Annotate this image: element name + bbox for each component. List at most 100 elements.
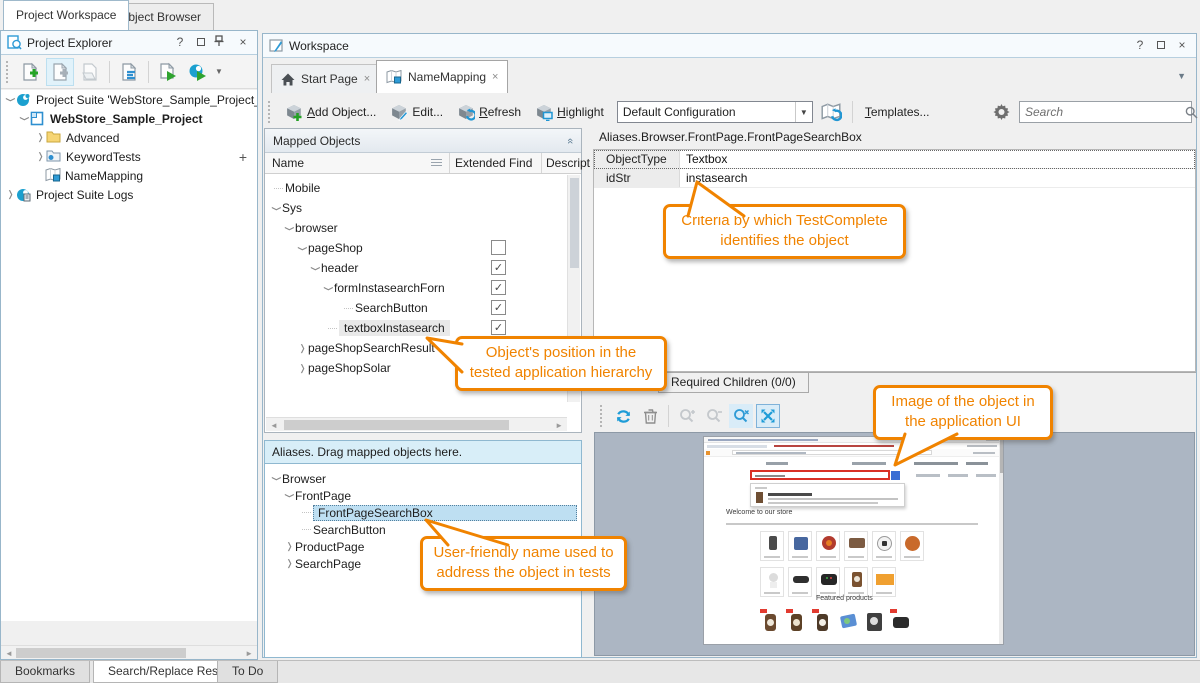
tab-required-children[interactable]: Required Children (0/0) xyxy=(658,373,809,393)
toolbar-grip[interactable] xyxy=(600,405,605,427)
templates-button[interactable]: Templates... xyxy=(860,103,935,121)
tree-item-label: Project Suite Logs xyxy=(36,188,133,202)
toolbar-grip[interactable] xyxy=(268,101,273,123)
tree-item-project[interactable]: ❭ WebStore_Sample_Project xyxy=(1,109,257,128)
edit-button[interactable]: Edit... xyxy=(385,102,448,123)
configuration-select[interactable]: Default Configuration ▼ xyxy=(617,101,813,123)
tree-item-project-suite[interactable]: ❭ Project Suite 'WebStore_Sample_Project… xyxy=(1,90,257,109)
close-tab-icon[interactable]: × xyxy=(492,71,498,83)
tree-item-keywordtests[interactable]: ❭ KeywordTests + xyxy=(1,147,257,166)
tree-item-header[interactable]: ❭header✓ xyxy=(266,258,567,278)
tree-item-sys[interactable]: ❭Sys xyxy=(266,198,567,218)
expander-icon[interactable]: ❭ xyxy=(323,283,334,294)
project-explorer-hscrollbar[interactable]: ◄► xyxy=(1,645,257,659)
zoom-in-button[interactable] xyxy=(675,404,699,428)
property-value[interactable]: Textbox xyxy=(680,150,1195,168)
update-mapping-icon-button[interactable] xyxy=(817,98,845,126)
maximize-icon[interactable] xyxy=(1153,38,1169,54)
refresh-image-button[interactable] xyxy=(611,404,635,428)
column-extended-find[interactable]: Extended Find xyxy=(455,156,532,170)
extended-find-checkbox[interactable]: ✓ xyxy=(491,300,506,315)
tree-item-label: pageShopSolar xyxy=(308,361,391,375)
tree-item-searchbutton[interactable]: SearchButton✓ xyxy=(266,298,567,318)
delete-image-button[interactable] xyxy=(638,404,662,428)
tree-item-frontpage[interactable]: ❭FrontPage xyxy=(266,487,580,504)
maximize-icon[interactable] xyxy=(193,35,209,51)
project-explorer-toolbar: ▼ xyxy=(1,55,257,89)
zoom-out-button[interactable] xyxy=(702,404,726,428)
tree-item-namemapping[interactable]: NameMapping xyxy=(1,166,257,185)
tab-bookmarks[interactable]: Bookmarks xyxy=(0,661,90,683)
sort-icon[interactable] xyxy=(431,159,442,168)
expander-icon[interactable]: ❭ xyxy=(310,263,321,274)
expander-icon[interactable]: ❭ xyxy=(271,473,282,484)
expander-icon[interactable]: ❭ xyxy=(35,132,46,143)
search-icon[interactable] xyxy=(1185,106,1200,119)
add-project-button[interactable] xyxy=(46,58,74,86)
property-row-objecttype[interactable]: ObjectType Textbox xyxy=(594,150,1195,169)
column-name[interactable]: Name xyxy=(272,156,304,170)
collapse-panel-icon[interactable]: « xyxy=(564,137,576,143)
mapped-objects-header: Mapped Objects « xyxy=(265,129,581,153)
run-project-suite-button[interactable] xyxy=(184,58,212,86)
close-tab-icon[interactable]: × xyxy=(364,73,370,85)
settings-gear-icon[interactable] xyxy=(987,98,1015,126)
expander-icon[interactable]: ❭ xyxy=(284,541,295,552)
tree-item-project-suite-logs[interactable]: ❭ Project Suite Logs xyxy=(1,185,257,204)
tree-item-textboxinstasearch[interactable]: textboxInstasearch✓ xyxy=(266,318,567,338)
tree-item-mobile[interactable]: Mobile xyxy=(266,178,567,198)
zoom-reset-button[interactable] xyxy=(729,404,753,428)
run-dropdown-arrow[interactable]: ▼ xyxy=(215,67,223,76)
mapped-objects-title: Mapped Objects xyxy=(273,134,360,148)
expander-icon[interactable]: ❭ xyxy=(297,243,308,254)
column-description[interactable]: Descript xyxy=(546,156,590,170)
expander-icon[interactable]: ❭ xyxy=(284,490,295,501)
workspace-title: Workspace xyxy=(289,39,349,53)
mapped-objects-hscrollbar[interactable]: ◄► xyxy=(266,417,567,431)
highlight-button[interactable]: Highlight xyxy=(530,102,609,123)
combo-dropdown-icon[interactable]: ▼ xyxy=(795,102,812,122)
property-value[interactable]: instasearch xyxy=(680,169,1195,187)
expander-icon[interactable]: ❭ xyxy=(271,203,282,214)
expander-icon[interactable]: ❭ xyxy=(5,189,16,200)
expander-icon[interactable]: ❭ xyxy=(284,223,295,234)
expander-icon[interactable]: ❭ xyxy=(284,558,295,569)
close-icon[interactable]: × xyxy=(235,35,251,51)
search-input[interactable] xyxy=(1020,105,1185,119)
tab-namemapping[interactable]: NameMapping × xyxy=(376,60,508,93)
extended-find-checkbox[interactable]: ✓ xyxy=(491,320,506,335)
tab-list-dropdown-icon[interactable]: ▼ xyxy=(1177,71,1186,81)
aliases-title: Aliases. Drag mapped objects here. xyxy=(272,445,462,459)
extended-find-checkbox[interactable]: ✓ xyxy=(491,280,506,295)
close-icon[interactable]: × xyxy=(1174,38,1190,54)
run-project-button[interactable] xyxy=(154,58,182,86)
bottom-tab-strip: Bookmarks Search/Replace Results To Do xyxy=(0,660,1200,683)
expander-icon[interactable]: ❭ xyxy=(297,343,308,354)
add-project-suite-button[interactable] xyxy=(16,58,44,86)
fit-to-window-button[interactable] xyxy=(756,404,780,428)
tree-item-browser[interactable]: ❭browser xyxy=(266,218,567,238)
open-project-button[interactable] xyxy=(76,58,104,86)
expander-icon[interactable]: ❭ xyxy=(19,113,30,124)
tree-item-forminstasearchform[interactable]: ❭formInstasearchForn✓ xyxy=(266,278,567,298)
callout-hierarchy-tail xyxy=(420,332,466,378)
tree-item-browser-alias[interactable]: ❭Browser xyxy=(266,470,580,487)
expander-icon[interactable]: ❭ xyxy=(35,151,46,162)
extended-find-checkbox[interactable]: ✓ xyxy=(491,260,506,275)
tree-item-advanced[interactable]: ❭ Advanced xyxy=(1,128,257,147)
add-keywordtest-button[interactable]: + xyxy=(239,149,247,165)
add-object-button[interactable]: Add Object... xyxy=(280,102,381,123)
tab-to-do[interactable]: To Do xyxy=(217,661,278,683)
help-icon[interactable]: ? xyxy=(1132,38,1148,54)
help-icon[interactable]: ? xyxy=(172,35,188,51)
tab-project-workspace[interactable]: Project Workspace xyxy=(3,0,129,30)
organize-tests-button[interactable] xyxy=(115,58,143,86)
tab-start-page[interactable]: Start Page × xyxy=(271,64,380,93)
pin-icon[interactable] xyxy=(214,35,230,51)
tree-item-pageshop[interactable]: ❭pageShop xyxy=(266,238,567,258)
expander-icon[interactable]: ❭ xyxy=(297,363,308,374)
toolbar-grip[interactable] xyxy=(6,61,11,83)
extended-find-checkbox[interactable] xyxy=(491,240,506,255)
refresh-button[interactable]: Refresh xyxy=(452,102,526,123)
expander-icon[interactable]: ❭ xyxy=(5,94,16,105)
